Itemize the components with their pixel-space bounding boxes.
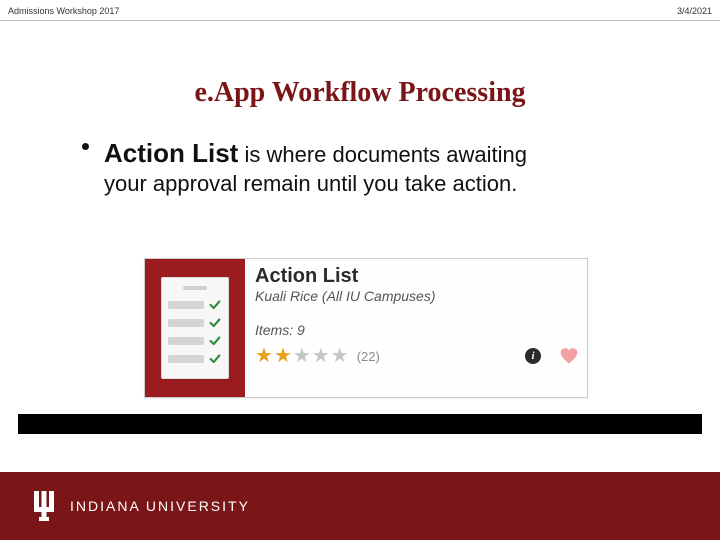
iu-trident-logo (30, 489, 58, 523)
reviews-count: (22) (357, 349, 380, 364)
items-count: 9 (297, 322, 305, 338)
info-icon[interactable]: i (525, 348, 541, 364)
doc-headline (183, 286, 207, 290)
bullet-marker (82, 143, 89, 150)
doc-bar (168, 355, 204, 363)
bullet-bold: Action List (104, 138, 238, 168)
subtitle-scope: (All IU Campuses) (318, 288, 435, 304)
bullet-item: Action List is where documents awaiting … (82, 137, 660, 197)
star-empty-icon: ★ (331, 346, 349, 366)
doc-row (168, 296, 222, 314)
heart-icon[interactable] (559, 347, 579, 365)
items-label: Items: (255, 322, 297, 338)
bullet-line2: your approval remain until you take acti… (104, 171, 517, 196)
star-rating: ★ ★ ★ ★ ★ (255, 346, 349, 366)
university-name: INDIANA UNIVERSITY (70, 498, 250, 514)
doc-row (168, 350, 222, 368)
header-divider (0, 20, 720, 21)
card-subtitle: Kuali Rice (All IU Campuses) (255, 288, 579, 304)
footer: INDIANA UNIVERSITY (0, 472, 720, 540)
doc-bar (168, 301, 204, 309)
check-icon (208, 352, 222, 366)
bullet-text: Action List is where documents awaiting … (104, 137, 660, 197)
card-title: Action List (255, 265, 579, 288)
subtitle-app: Kuali Rice (255, 288, 318, 304)
doc-row (168, 332, 222, 350)
bullet-list: Action List is where documents awaiting … (82, 137, 660, 197)
star-empty-icon: ★ (293, 346, 311, 366)
check-icon (208, 298, 222, 312)
card-thumbnail (145, 259, 245, 397)
header-date: 3/4/2021 (677, 6, 712, 16)
rating-row: ★ ★ ★ ★ ★ (22) i (255, 346, 579, 366)
slide-header: Admissions Workshop 2017 3/4/2021 (0, 0, 720, 20)
check-icon (208, 316, 222, 330)
doc-bar (168, 319, 204, 327)
items-line: Items: 9 (255, 322, 579, 338)
doc-bar (168, 337, 204, 345)
document-icon (161, 277, 229, 379)
accent-bar (18, 414, 702, 434)
star-empty-icon: ★ (312, 346, 330, 366)
bullet-rest1: is where documents awaiting (238, 142, 527, 167)
check-icon (208, 334, 222, 348)
header-left: Admissions Workshop 2017 (8, 6, 119, 16)
slide: Admissions Workshop 2017 3/4/2021 e.App … (0, 0, 720, 540)
action-list-card: Action List Kuali Rice (All IU Campuses)… (144, 258, 588, 398)
card-body: Action List Kuali Rice (All IU Campuses)… (255, 265, 579, 391)
star-filled-icon: ★ (274, 346, 292, 366)
star-filled-icon: ★ (255, 346, 273, 366)
doc-row (168, 314, 222, 332)
slide-title: e.App Workflow Processing (0, 77, 720, 109)
